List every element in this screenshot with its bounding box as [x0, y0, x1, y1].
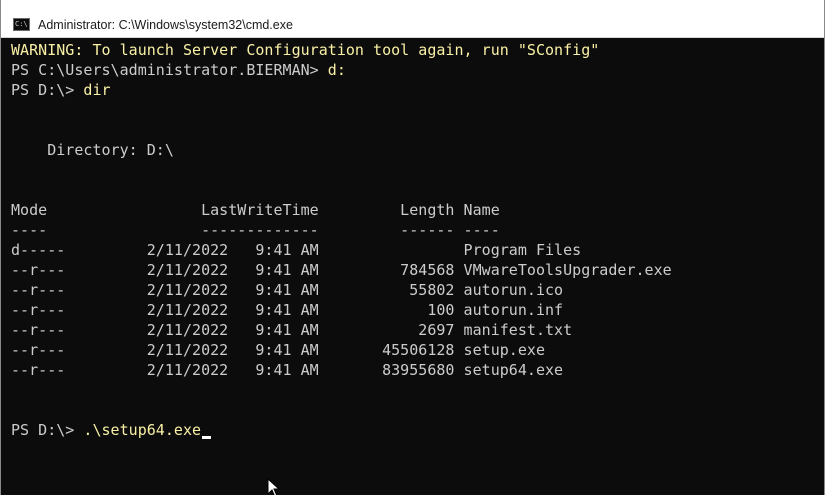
table-row: --r--- 2/11/2022 9:41 AM 100 autorun.inf	[11, 301, 564, 319]
table-row: d----- 2/11/2022 9:41 AM Program Files	[11, 241, 582, 259]
console-window[interactable]: C:\ Administrator: C:\Windows\system32\c…	[0, 0, 825, 495]
command-text: d:	[327, 61, 346, 79]
table-header: Mode LastWriteTime Length Name	[11, 201, 500, 219]
prompt-line-1: PS C:\Users\administrator.BIERMAN> d:	[11, 60, 823, 80]
table-row: --r--- 2/11/2022 9:41 AM 2697 manifest.t…	[11, 321, 573, 339]
table-separator: ---- ------------- ------ ----	[11, 221, 500, 239]
directory-line: Directory: D:\	[11, 141, 174, 159]
prompt-line-3[interactable]: PS D:\> .\setup64.exe	[11, 420, 823, 440]
warning-line: WARNING: To launch Server Configuration …	[11, 41, 600, 59]
title-bar[interactable]: C:\ Administrator: C:\Windows\system32\c…	[1, 0, 824, 38]
prompt-text: PS D:\>	[11, 81, 84, 99]
command-input[interactable]: .\setup64.exe	[83, 421, 201, 439]
prompt-line-2: PS D:\> dir	[11, 80, 823, 100]
text-cursor	[202, 436, 212, 439]
cmd-icon: C:\	[13, 18, 30, 31]
table-row: --r--- 2/11/2022 9:41 AM 45506128 setup.…	[11, 341, 545, 359]
table-row: --r--- 2/11/2022 9:41 AM 55802 autorun.i…	[11, 281, 564, 299]
table-row: --r--- 2/11/2022 9:41 AM 784568 VMwareTo…	[11, 261, 672, 279]
prompt-text: PS D:\>	[11, 421, 84, 439]
window-title: Administrator: C:\Windows\system32\cmd.e…	[38, 18, 293, 32]
prompt-text: PS C:\Users\administrator.BIERMAN>	[11, 61, 328, 79]
command-text: dir	[83, 81, 111, 99]
mouse-pointer-icon	[267, 478, 281, 495]
console-output[interactable]: WARNING: To launch Server Configuration …	[11, 40, 823, 495]
table-row: --r--- 2/11/2022 9:41 AM 83955680 setup6…	[11, 361, 564, 379]
